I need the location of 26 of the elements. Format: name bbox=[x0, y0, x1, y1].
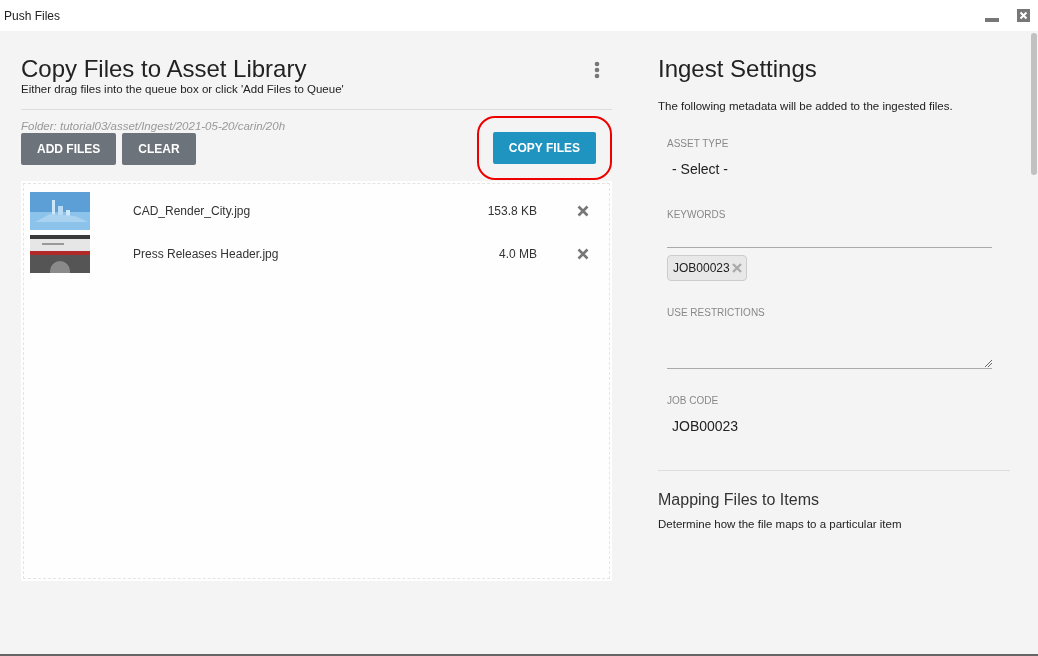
field-label: USE RESTRICTIONS bbox=[667, 307, 766, 318]
section-description: Determine how the file maps to a particular item bbox=[658, 518, 903, 530]
field-label: KEYWORDS bbox=[667, 209, 727, 220]
action-button[interactable]: ADD FILES bbox=[21, 133, 117, 165]
resize-grip-icon[interactable] bbox=[984, 359, 992, 367]
file-name: Press Releases Header.jpg bbox=[133, 246, 280, 261]
remove-icon[interactable] bbox=[577, 247, 589, 260]
more-options-icon[interactable] bbox=[594, 61, 600, 79]
section-title: Ingest Settings bbox=[658, 55, 818, 83]
action-button[interactable]: CLEAR bbox=[122, 133, 196, 165]
tag-chip[interactable]: JOB00023 bbox=[667, 255, 747, 281]
folder-path: Folder: tutorial03/asset/Ingest/2021-05-20/carin/20h bbox=[21, 120, 287, 132]
file-size: 153.8 KB bbox=[487, 203, 537, 218]
close-icon[interactable] bbox=[1017, 9, 1030, 22]
file-size: 4.0 MB bbox=[499, 246, 537, 261]
window-title: Push Files bbox=[4, 8, 61, 23]
section-description: The following metadata will be added to the ingested files. bbox=[658, 100, 954, 112]
page-subtitle: Either drag files into the queue box or click 'Add Files to Queue' bbox=[21, 83, 344, 95]
field-label: JOB CODE bbox=[667, 395, 720, 406]
field-label: ASSET TYPE bbox=[667, 138, 730, 149]
input-field[interactable]: JOB00023 bbox=[667, 406, 1010, 440]
page-title: Copy Files to Asset Library bbox=[21, 55, 308, 83]
file-name: CAD_Render_City.jpg bbox=[133, 203, 252, 218]
section-title: Mapping Files to Items bbox=[658, 491, 820, 509]
select-field[interactable]: - Select - bbox=[667, 149, 1010, 183]
remove-icon[interactable] bbox=[577, 204, 589, 217]
